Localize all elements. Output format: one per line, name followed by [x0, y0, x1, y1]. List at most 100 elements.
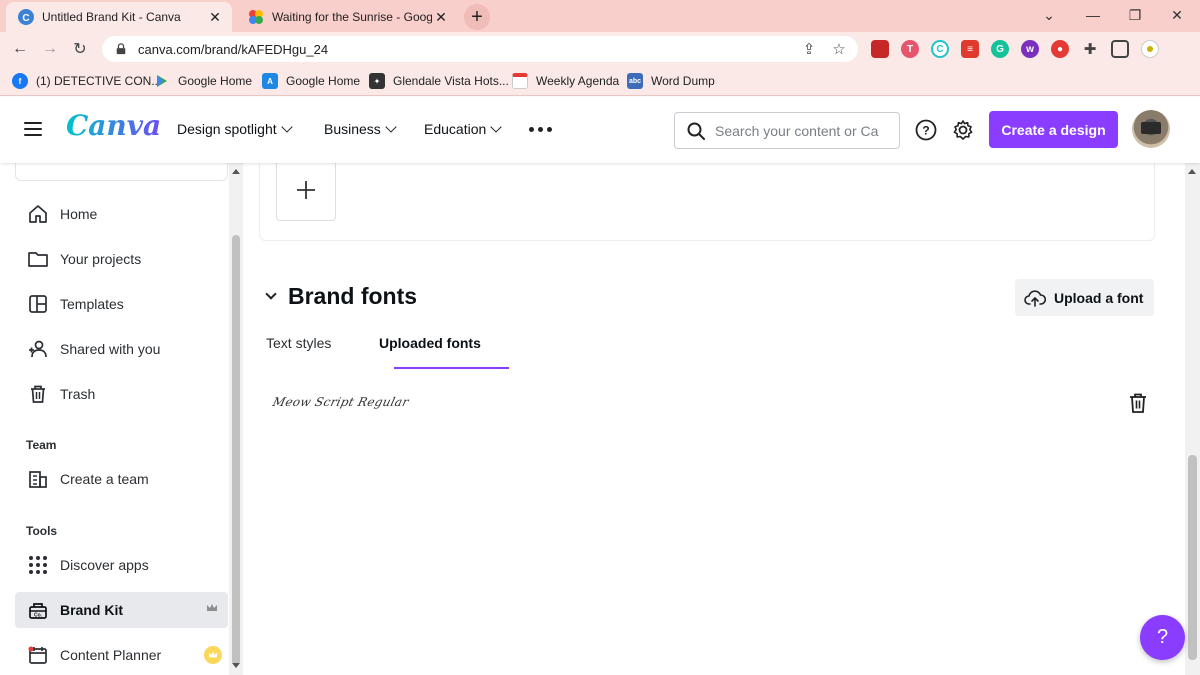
sidebar-item-shared-with-you[interactable]: Shared with you	[15, 331, 228, 367]
app-store-icon: A	[262, 73, 278, 89]
bookmark-item[interactable]: ✦ Glendale Vista Hots...	[369, 71, 509, 91]
sidebar-scrollbar[interactable]	[229, 163, 243, 675]
sidebar-item-create-team[interactable]: Create a team	[15, 461, 228, 497]
active-tab-indicator	[394, 367, 509, 369]
address-bar[interactable]: canva.com/brand/kAFEDHgu_24 ⇪ ☆	[102, 36, 858, 62]
calendar-icon	[28, 646, 47, 664]
bookmark-item[interactable]: Google Home	[154, 71, 252, 91]
scroll-up-icon[interactable]	[232, 169, 240, 174]
close-tab-icon[interactable]: ✕	[432, 8, 450, 26]
folder-icon	[28, 252, 48, 267]
bookmark-item[interactable]: A Google Home	[262, 71, 360, 91]
extension-t-icon[interactable]: T	[901, 40, 919, 58]
back-icon[interactable]: ←	[8, 37, 32, 61]
search-input[interactable]	[715, 122, 885, 139]
sidebar-scroll-thumb[interactable]	[232, 235, 240, 665]
close-tab-icon[interactable]: ✕	[206, 8, 224, 26]
browser-tab-canva[interactable]: C Untitled Brand Kit - Canva ✕	[6, 2, 232, 32]
cloud-upload-icon	[1024, 289, 1046, 307]
main-content: Brand fonts Upload a font Text styles Up…	[243, 159, 1185, 675]
bookmark-star-icon[interactable]: ☆	[828, 38, 850, 60]
tab-text-styles[interactable]: Text styles	[266, 335, 331, 351]
nav-business[interactable]: Business	[324, 120, 397, 137]
canva-favicon-icon: C	[18, 9, 34, 25]
scroll-down-icon[interactable]	[232, 663, 240, 668]
nav-design-spotlight[interactable]: Design spotlight	[177, 120, 293, 137]
font-name: Meow Script Regular	[271, 395, 411, 409]
bookmark-item[interactable]: abc Word Dump	[627, 71, 715, 91]
extension-grammarly-icon[interactable]: G	[991, 40, 1009, 58]
upload-font-button[interactable]: Upload a font	[1015, 279, 1154, 316]
plus-icon	[297, 181, 315, 199]
help-icon[interactable]: ?	[914, 118, 938, 142]
profile-icon[interactable]	[1141, 40, 1159, 58]
sidebar-item-label: Home	[60, 206, 98, 222]
scroll-up-icon[interactable]	[1188, 169, 1196, 174]
play-store-icon	[157, 75, 167, 87]
upload-font-label: Upload a font	[1054, 289, 1144, 306]
extension-c-icon[interactable]: C	[931, 40, 949, 58]
restore-icon[interactable]: ❐	[1115, 0, 1155, 30]
canva-logo[interactable]: Canva	[66, 109, 161, 142]
sidebar-section-tools: Tools	[26, 524, 58, 538]
templates-icon	[29, 295, 47, 313]
sidebar-item-content-planner[interactable]: Content Planner	[15, 637, 228, 673]
avatar[interactable]	[1132, 110, 1170, 148]
brand-fonts-header[interactable]: Brand fonts	[265, 283, 418, 310]
chevron-down-icon	[490, 120, 502, 133]
bookmark-label: Google Home	[286, 74, 361, 88]
extension-record-icon[interactable]: ●	[1051, 40, 1069, 58]
sidebar-item-discover-apps[interactable]: Discover apps	[15, 547, 228, 583]
minimize-icon[interactable]: —	[1073, 0, 1113, 30]
close-window-icon[interactable]: ✕	[1157, 0, 1197, 30]
side-panel-icon[interactable]	[1111, 40, 1129, 58]
nav-label: Education	[424, 121, 487, 137]
extension-todoist-icon[interactable]: ≡	[961, 40, 979, 58]
main-scroll-thumb[interactable]	[1188, 455, 1197, 660]
bookmark-item[interactable]: f (1) DETECTIVE CON...	[12, 71, 161, 91]
add-item-button[interactable]	[276, 159, 336, 221]
share-icon[interactable]: ⇪	[798, 38, 820, 60]
sidebar-item-trash[interactable]: Trash	[15, 376, 228, 412]
sidebar-item-templates[interactable]: Templates	[15, 286, 228, 322]
tab-uploaded-fonts[interactable]: Uploaded fonts	[379, 335, 481, 351]
chevron-down-icon[interactable]	[265, 288, 277, 300]
reload-icon[interactable]: ↻	[68, 37, 92, 61]
extension-w-icon[interactable]: w	[1021, 40, 1039, 58]
main-scrollbar[interactable]	[1185, 163, 1200, 675]
bookmark-label: Google Home	[178, 74, 253, 88]
font-list-item[interactable]: Meow Script Regular	[271, 389, 1153, 419]
sidebar-item-label: Brand Kit	[60, 602, 123, 618]
svg-text:?: ?	[922, 124, 929, 138]
sidebar-item-your-projects[interactable]: Your projects	[15, 241, 228, 277]
browser-tab-google[interactable]: Waiting for the Sunrise - Google ✕	[236, 2, 458, 32]
tab-search-chevron-icon[interactable]: ⌄	[1029, 0, 1069, 30]
extensions-puzzle-icon[interactable]: ✚	[1081, 40, 1099, 58]
trash-icon	[31, 385, 45, 403]
settings-gear-icon[interactable]	[951, 118, 975, 142]
bookmark-label: Weekly Agenda	[536, 74, 620, 88]
create-design-button[interactable]: Create a design	[989, 111, 1118, 148]
sidebar-item-brand-kit[interactable]: Co. Brand Kit	[15, 592, 228, 628]
sidebar-item-home[interactable]: Home	[15, 196, 228, 232]
home-icon	[29, 205, 47, 223]
menu-icon[interactable]	[24, 122, 42, 138]
help-button[interactable]: ?	[1140, 615, 1185, 660]
bookmark-label: Word Dump	[651, 74, 715, 88]
delete-font-trash-icon[interactable]	[1128, 392, 1148, 414]
facebook-icon: f	[12, 73, 28, 89]
sidebar: Home Your projects Templates Shared with…	[0, 145, 243, 675]
bookmarks-bar: f (1) DETECTIVE CON... Google Home A Goo…	[0, 66, 1200, 96]
forward-icon[interactable]: →	[38, 37, 62, 61]
search-box[interactable]	[674, 112, 900, 149]
sidebar-item-label: Shared with you	[60, 341, 161, 357]
new-tab-button[interactable]: +	[464, 4, 490, 30]
sidebar-item-label: Trash	[60, 386, 96, 402]
url-text: canva.com/brand/kAFEDHgu_24	[138, 41, 329, 57]
nav-education[interactable]: Education	[424, 120, 502, 137]
bookmark-item[interactable]: Weekly Agenda	[512, 71, 619, 91]
more-options-icon[interactable]	[529, 127, 552, 132]
lock-icon	[116, 43, 126, 55]
section-title: Brand fonts	[288, 283, 418, 309]
extension-red-book-icon[interactable]	[871, 40, 889, 58]
